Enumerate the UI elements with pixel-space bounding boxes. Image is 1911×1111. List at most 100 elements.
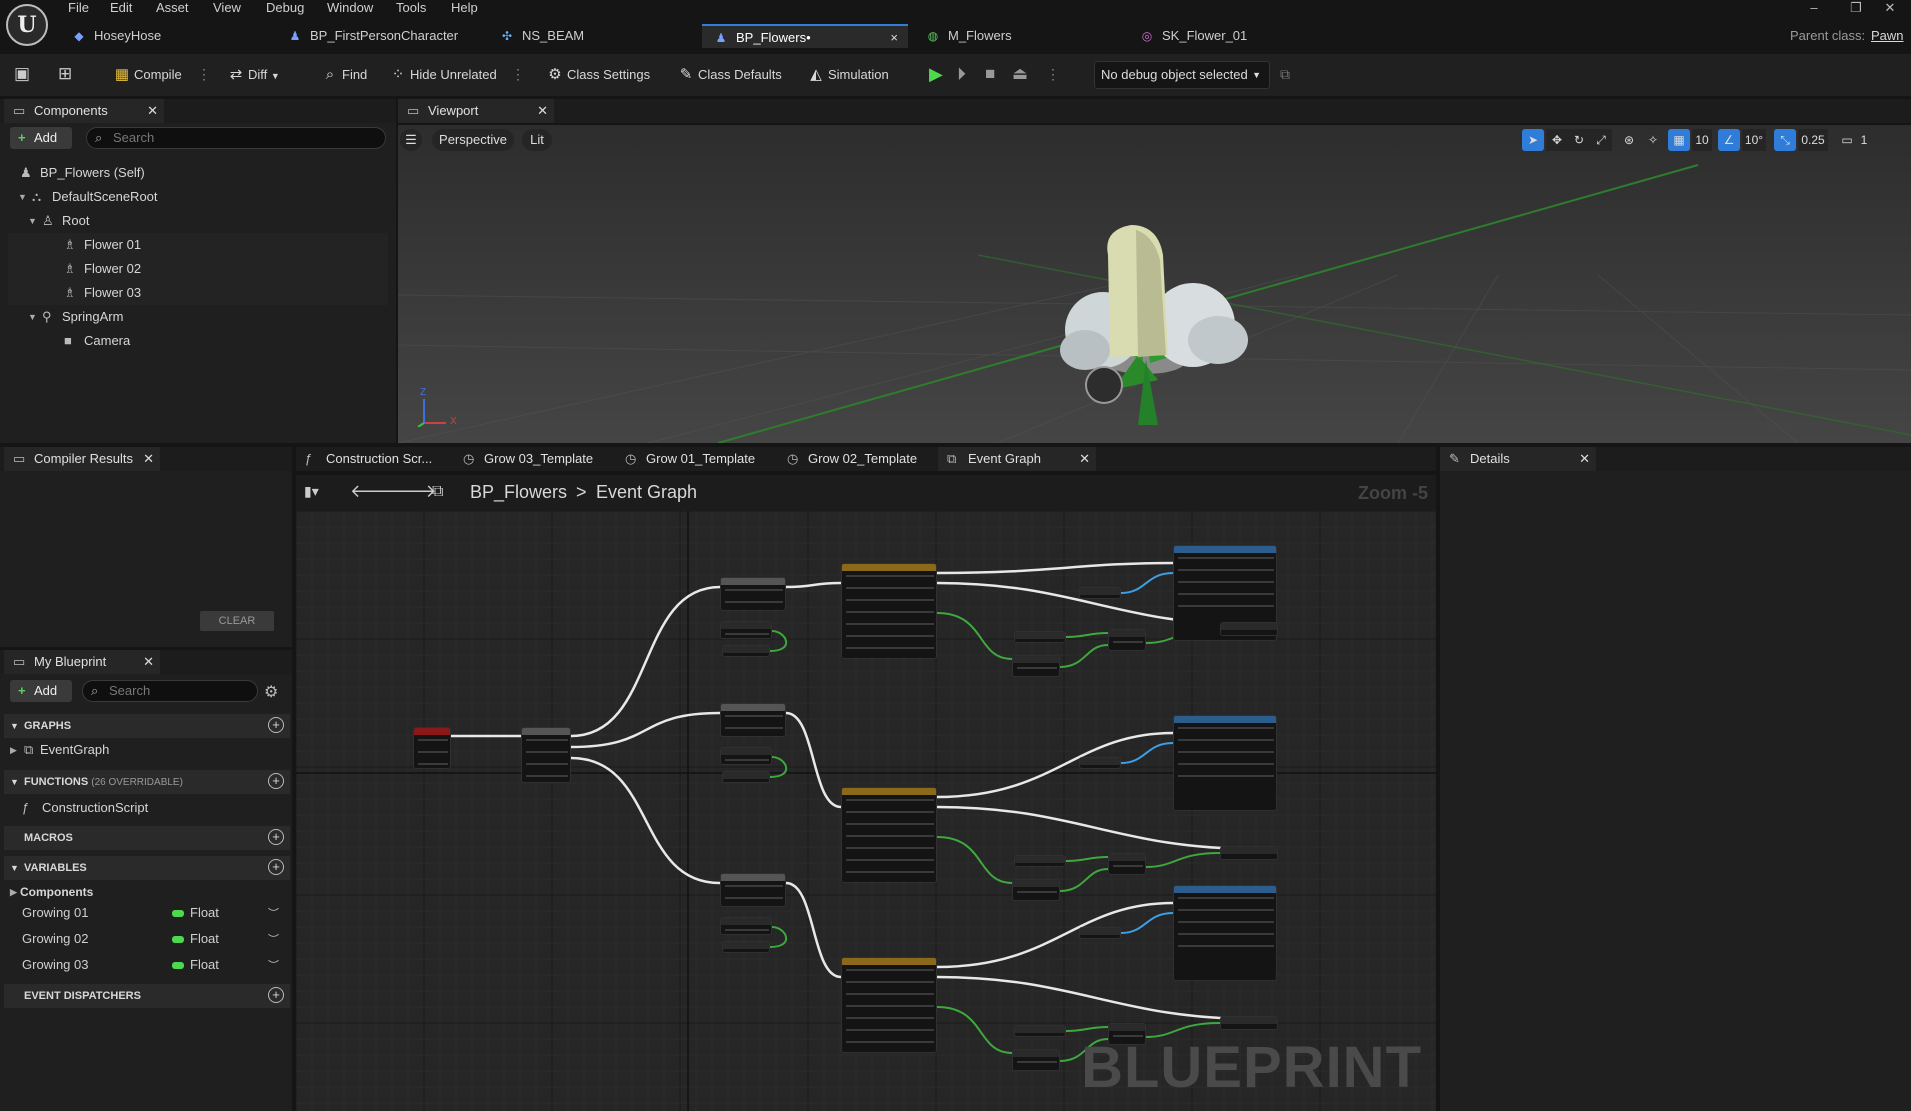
node-pin[interactable] [1178, 593, 1274, 595]
world-local-icon[interactable]: ⊛ [1618, 129, 1640, 151]
set-variable-node[interactable] [1220, 622, 1278, 636]
grid-snap-value[interactable]: 10 [1692, 129, 1712, 151]
set-morph-target-node[interactable] [1173, 715, 1277, 811]
component-tree-item[interactable]: ▼ ⛬ DefaultSceneRoot [8, 185, 388, 209]
timeline-node[interactable] [841, 563, 937, 659]
grid-snap-icon[interactable]: ▦ [1668, 129, 1690, 151]
node-pin[interactable] [725, 633, 769, 635]
play-icon[interactable]: ▶ [929, 64, 943, 85]
add-macro-icon[interactable]: + [268, 829, 284, 845]
tab-construction-script[interactable]: ƒ Construction Scr... [296, 447, 436, 471]
node-pin[interactable] [1178, 739, 1274, 741]
node-pin[interactable] [526, 775, 568, 777]
node-pin[interactable] [725, 929, 769, 931]
branch-node[interactable] [720, 577, 786, 611]
node-pin[interactable] [418, 751, 448, 753]
variable-row[interactable]: Growing 01 Float ︶ [0, 902, 292, 924]
stop-icon[interactable]: ■ [985, 64, 995, 84]
rotation-snap-icon[interactable]: ∠ [1718, 129, 1740, 151]
variable-type[interactable]: Float [172, 902, 219, 924]
node-pin[interactable] [846, 623, 934, 625]
surface-snap-icon[interactable]: ✧ [1642, 129, 1664, 151]
menu-asset[interactable]: Asset [156, 0, 189, 18]
compare-node[interactable] [720, 917, 772, 935]
timeline-node[interactable] [841, 957, 937, 1053]
close-icon[interactable]: ✕ [1079, 447, 1090, 471]
eject-icon[interactable]: ⏏ [1012, 64, 1028, 84]
menu-help[interactable]: Help [451, 0, 478, 18]
details-tab[interactable]: ✎ Details ✕ [1440, 447, 1596, 471]
node-pin[interactable] [846, 635, 934, 637]
component-tree-item[interactable]: ♗ Flower 03 [8, 281, 388, 305]
event-graph-canvas[interactable]: ▮▾ 🡐 🡒 ⧉ BP_Flowers > Event Graph Zoom -… [296, 475, 1436, 1111]
add-node[interactable] [1012, 655, 1060, 677]
node-pin[interactable] [1178, 557, 1274, 559]
variable-type[interactable]: Float [172, 954, 219, 976]
node-pin[interactable] [725, 727, 783, 729]
flower-reference-node[interactable] [1079, 927, 1121, 939]
flower-reference-node[interactable] [1079, 587, 1121, 599]
branch-node[interactable] [720, 873, 786, 907]
simulation-button[interactable]: ◭ Simulation [806, 62, 888, 88]
node-pin[interactable] [1017, 891, 1057, 893]
menu-file[interactable]: File [68, 0, 89, 18]
node-pin[interactable] [1017, 667, 1057, 669]
graphs-section[interactable]: ▼ GRAPHS + [4, 714, 290, 738]
close-icon[interactable]: × [890, 26, 898, 50]
node-pin[interactable] [846, 599, 934, 601]
lit-button[interactable]: Lit [522, 129, 552, 151]
menu-view[interactable]: View [213, 0, 241, 18]
close-icon[interactable]: ✕ [143, 650, 154, 674]
class-settings-button[interactable]: ⚙ Class Settings [545, 62, 650, 88]
browse-icon[interactable]: ⊞ [58, 64, 72, 84]
node-pin[interactable] [1178, 751, 1274, 753]
node-pin[interactable] [846, 575, 934, 577]
expand-icon[interactable]: ▼ [28, 305, 37, 329]
node-pin[interactable] [846, 859, 934, 861]
viewport-menu-icon[interactable]: ☰ [400, 129, 422, 151]
node-pin[interactable] [1178, 933, 1274, 935]
add-node[interactable] [1108, 853, 1146, 875]
compiler-tab[interactable]: ▭ Compiler Results ✕ [4, 447, 160, 471]
node-pin[interactable] [846, 1041, 934, 1043]
save-icon[interactable]: ▣ [14, 64, 30, 84]
close-icon[interactable]: ✕ [147, 99, 158, 123]
tab-sk-flower-01[interactable]: ◎ SK_Flower_01 [1128, 24, 1338, 48]
timeline-node[interactable] [841, 787, 937, 883]
add-variable-icon[interactable]: + [268, 859, 284, 875]
more-options-icon[interactable]: ⋮ [511, 66, 525, 84]
close-icon[interactable]: ✕ [537, 99, 548, 123]
node-pin[interactable] [846, 871, 934, 873]
compile-options-icon[interactable]: ⋮ [197, 66, 211, 84]
node-pin[interactable] [846, 647, 934, 649]
macros-section[interactable]: MACROS + [4, 826, 290, 850]
node-pin[interactable] [846, 811, 934, 813]
node-pin[interactable] [526, 763, 568, 765]
getter-node[interactable] [722, 941, 770, 953]
parent-class-link[interactable]: Pawn [1871, 28, 1904, 43]
node-pin[interactable] [526, 739, 568, 741]
component-tree-item[interactable]: ♗ Flower 02 [8, 257, 388, 281]
node-pin[interactable] [1178, 897, 1274, 899]
node-pin[interactable] [725, 885, 783, 887]
node-pin[interactable] [846, 1029, 934, 1031]
variables-category-components[interactable]: ▶ Components [10, 880, 280, 904]
node-pin[interactable] [846, 993, 934, 995]
visibility-eye-icon[interactable]: ︶ [268, 931, 279, 947]
node-pin[interactable] [846, 611, 934, 613]
growing-getter-node[interactable] [1014, 631, 1066, 643]
debug-object-select[interactable]: No debug object selected ▼ [1094, 61, 1270, 89]
close-icon[interactable]: ✕ [143, 447, 154, 471]
component-tree-item[interactable]: ■ Camera [8, 329, 388, 353]
component-tree-item[interactable]: ▼ ⚲ SpringArm [8, 305, 388, 329]
node-pin[interactable] [1178, 581, 1274, 583]
close-icon[interactable]: ✕ [1579, 447, 1590, 471]
node-pin[interactable] [1178, 921, 1274, 923]
node-pin[interactable] [846, 969, 934, 971]
hide-unrelated-button[interactable]: ⁘ Hide Unrelated [388, 62, 497, 88]
node-pin[interactable] [725, 759, 769, 761]
node-pin[interactable] [1178, 605, 1274, 607]
my-blueprint-search-input[interactable]: ⌕ Search [82, 680, 258, 702]
camera-speed-value[interactable]: 1 [1858, 129, 1870, 151]
branch-node[interactable] [720, 703, 786, 737]
